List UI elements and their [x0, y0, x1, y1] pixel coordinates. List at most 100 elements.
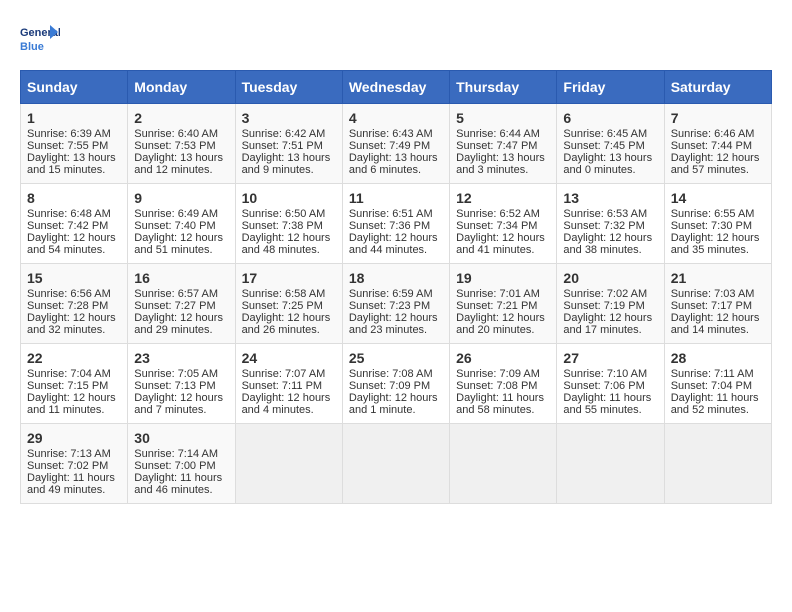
week-row: 8Sunrise: 6:48 AMSunset: 7:42 PMDaylight… — [21, 184, 772, 264]
daylight-text: Daylight: 12 hours and 4 minutes. — [242, 392, 331, 416]
daylight-text: Daylight: 11 hours and 49 minutes. — [27, 472, 115, 496]
calendar-cell: 20Sunrise: 7:02 AMSunset: 7:19 PMDayligh… — [557, 264, 664, 344]
sunset-text: Sunset: 7:09 PM — [349, 380, 430, 392]
day-number: 25 — [349, 350, 443, 366]
calendar-cell: 29Sunrise: 7:13 AMSunset: 7:02 PMDayligh… — [21, 424, 128, 504]
sunrise-text: Sunrise: 7:07 AM — [242, 368, 326, 380]
sunrise-text: Sunrise: 6:50 AM — [242, 208, 326, 220]
sunrise-text: Sunrise: 7:04 AM — [27, 368, 111, 380]
calendar-cell: 4Sunrise: 6:43 AMSunset: 7:49 PMDaylight… — [342, 104, 449, 184]
sunset-text: Sunset: 7:32 PM — [563, 220, 644, 232]
sunset-text: Sunset: 7:44 PM — [671, 140, 752, 152]
day-number: 4 — [349, 110, 443, 126]
daylight-text: Daylight: 12 hours and 57 minutes. — [671, 152, 760, 176]
daylight-text: Daylight: 12 hours and 20 minutes. — [456, 312, 545, 336]
sunset-text: Sunset: 7:21 PM — [456, 300, 537, 312]
daylight-text: Daylight: 12 hours and 11 minutes. — [27, 392, 116, 416]
sunrise-text: Sunrise: 6:53 AM — [563, 208, 647, 220]
calendar-cell: 21Sunrise: 7:03 AMSunset: 7:17 PMDayligh… — [664, 264, 771, 344]
logo: General Blue — [20, 20, 64, 60]
calendar-cell — [342, 424, 449, 504]
calendar-cell: 27Sunrise: 7:10 AMSunset: 7:06 PMDayligh… — [557, 344, 664, 424]
calendar-cell: 18Sunrise: 6:59 AMSunset: 7:23 PMDayligh… — [342, 264, 449, 344]
daylight-text: Daylight: 12 hours and 23 minutes. — [349, 312, 438, 336]
day-number: 2 — [134, 110, 228, 126]
daylight-text: Daylight: 12 hours and 51 minutes. — [134, 232, 223, 256]
day-number: 15 — [27, 270, 121, 286]
daylight-text: Daylight: 11 hours and 58 minutes. — [456, 392, 544, 416]
day-number: 28 — [671, 350, 765, 366]
calendar-cell: 13Sunrise: 6:53 AMSunset: 7:32 PMDayligh… — [557, 184, 664, 264]
sunrise-text: Sunrise: 6:40 AM — [134, 128, 218, 140]
day-number: 27 — [563, 350, 657, 366]
calendar-cell: 2Sunrise: 6:40 AMSunset: 7:53 PMDaylight… — [128, 104, 235, 184]
daylight-text: Daylight: 12 hours and 26 minutes. — [242, 312, 331, 336]
sunrise-text: Sunrise: 7:09 AM — [456, 368, 540, 380]
header-wednesday: Wednesday — [342, 71, 449, 104]
week-row: 1Sunrise: 6:39 AMSunset: 7:55 PMDaylight… — [21, 104, 772, 184]
sunrise-text: Sunrise: 7:14 AM — [134, 448, 218, 460]
sunrise-text: Sunrise: 6:45 AM — [563, 128, 647, 140]
day-number: 29 — [27, 430, 121, 446]
sunset-text: Sunset: 7:36 PM — [349, 220, 430, 232]
day-number: 17 — [242, 270, 336, 286]
sunrise-text: Sunrise: 6:58 AM — [242, 288, 326, 300]
calendar-cell: 22Sunrise: 7:04 AMSunset: 7:15 PMDayligh… — [21, 344, 128, 424]
sunset-text: Sunset: 7:47 PM — [456, 140, 537, 152]
sunrise-text: Sunrise: 6:56 AM — [27, 288, 111, 300]
calendar-table: SundayMondayTuesdayWednesdayThursdayFrid… — [20, 70, 772, 504]
sunset-text: Sunset: 7:06 PM — [563, 380, 644, 392]
calendar-cell — [664, 424, 771, 504]
calendar-cell: 12Sunrise: 6:52 AMSunset: 7:34 PMDayligh… — [450, 184, 557, 264]
daylight-text: Daylight: 12 hours and 17 minutes. — [563, 312, 652, 336]
calendar-cell: 7Sunrise: 6:46 AMSunset: 7:44 PMDaylight… — [664, 104, 771, 184]
sunrise-text: Sunrise: 7:05 AM — [134, 368, 218, 380]
daylight-text: Daylight: 12 hours and 29 minutes. — [134, 312, 223, 336]
sunrise-text: Sunrise: 7:02 AM — [563, 288, 647, 300]
sunset-text: Sunset: 7:42 PM — [27, 220, 108, 232]
sunset-text: Sunset: 7:25 PM — [242, 300, 323, 312]
sunset-text: Sunset: 7:15 PM — [27, 380, 108, 392]
calendar-cell: 26Sunrise: 7:09 AMSunset: 7:08 PMDayligh… — [450, 344, 557, 424]
calendar-cell: 30Sunrise: 7:14 AMSunset: 7:00 PMDayligh… — [128, 424, 235, 504]
calendar-cell: 24Sunrise: 7:07 AMSunset: 7:11 PMDayligh… — [235, 344, 342, 424]
sunrise-text: Sunrise: 7:13 AM — [27, 448, 111, 460]
sunset-text: Sunset: 7:13 PM — [134, 380, 215, 392]
calendar-cell: 23Sunrise: 7:05 AMSunset: 7:13 PMDayligh… — [128, 344, 235, 424]
daylight-text: Daylight: 12 hours and 1 minute. — [349, 392, 438, 416]
sunset-text: Sunset: 7:17 PM — [671, 300, 752, 312]
daylight-text: Daylight: 12 hours and 14 minutes. — [671, 312, 760, 336]
day-number: 6 — [563, 110, 657, 126]
logo-icon: General Blue — [20, 20, 60, 60]
day-number: 1 — [27, 110, 121, 126]
calendar-cell: 8Sunrise: 6:48 AMSunset: 7:42 PMDaylight… — [21, 184, 128, 264]
daylight-text: Daylight: 13 hours and 12 minutes. — [134, 152, 223, 176]
sunset-text: Sunset: 7:40 PM — [134, 220, 215, 232]
day-number: 13 — [563, 190, 657, 206]
header-row: SundayMondayTuesdayWednesdayThursdayFrid… — [21, 71, 772, 104]
calendar-cell — [450, 424, 557, 504]
calendar-cell: 10Sunrise: 6:50 AMSunset: 7:38 PMDayligh… — [235, 184, 342, 264]
daylight-text: Daylight: 11 hours and 52 minutes. — [671, 392, 759, 416]
day-number: 9 — [134, 190, 228, 206]
day-number: 16 — [134, 270, 228, 286]
daylight-text: Daylight: 13 hours and 15 minutes. — [27, 152, 116, 176]
calendar-cell: 14Sunrise: 6:55 AMSunset: 7:30 PMDayligh… — [664, 184, 771, 264]
calendar-cell: 25Sunrise: 7:08 AMSunset: 7:09 PMDayligh… — [342, 344, 449, 424]
daylight-text: Daylight: 12 hours and 41 minutes. — [456, 232, 545, 256]
day-number: 30 — [134, 430, 228, 446]
sunrise-text: Sunrise: 7:01 AM — [456, 288, 540, 300]
sunrise-text: Sunrise: 6:55 AM — [671, 208, 755, 220]
sunset-text: Sunset: 7:04 PM — [671, 380, 752, 392]
header-tuesday: Tuesday — [235, 71, 342, 104]
daylight-text: Daylight: 13 hours and 3 minutes. — [456, 152, 545, 176]
sunrise-text: Sunrise: 6:42 AM — [242, 128, 326, 140]
daylight-text: Daylight: 13 hours and 6 minutes. — [349, 152, 438, 176]
sunset-text: Sunset: 7:28 PM — [27, 300, 108, 312]
daylight-text: Daylight: 11 hours and 55 minutes. — [563, 392, 651, 416]
day-number: 21 — [671, 270, 765, 286]
sunset-text: Sunset: 7:45 PM — [563, 140, 644, 152]
calendar-cell — [235, 424, 342, 504]
day-number: 12 — [456, 190, 550, 206]
sunrise-text: Sunrise: 7:11 AM — [671, 368, 754, 380]
